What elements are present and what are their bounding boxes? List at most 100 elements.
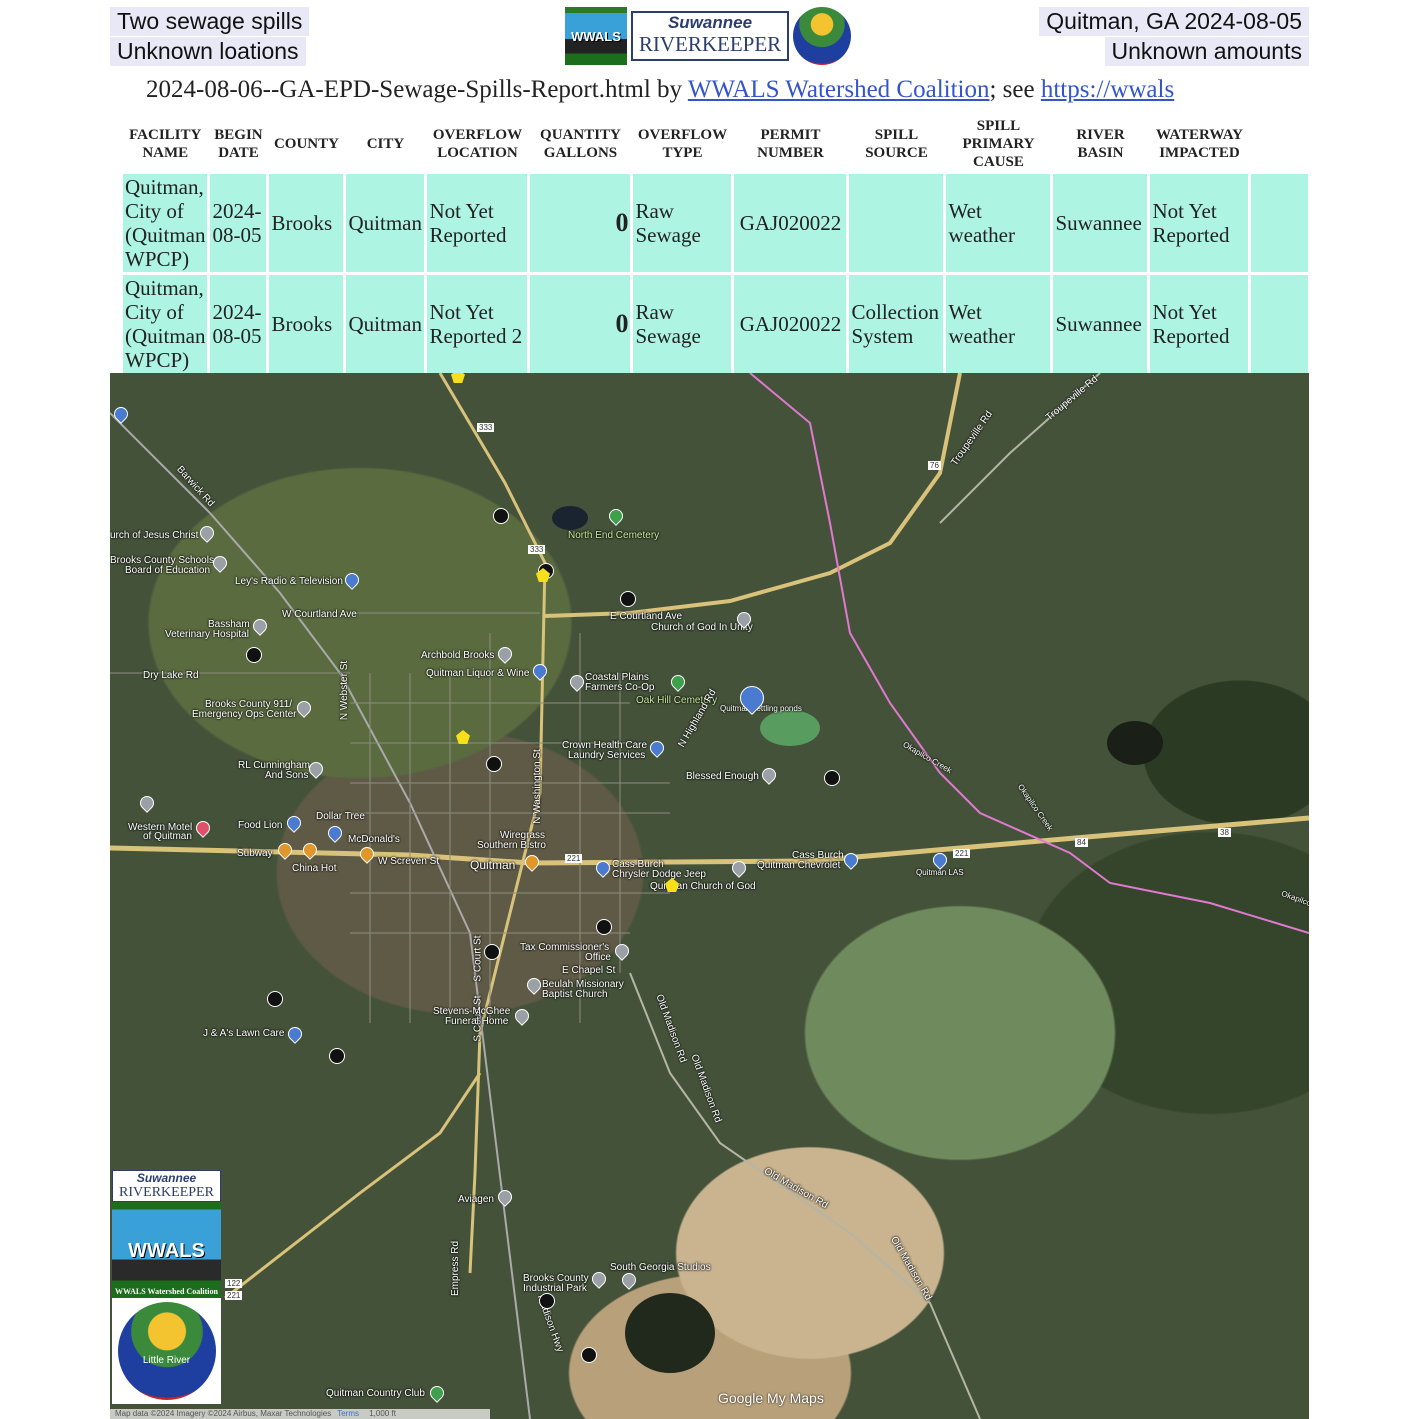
map-label: Quitman Liquor & Wine bbox=[426, 668, 530, 679]
col-quantity-gallons: QUANTITY GALLONS bbox=[540, 127, 621, 161]
pond bbox=[1107, 721, 1163, 765]
map-label: Quitman Country Club bbox=[326, 1388, 425, 1399]
side-logos: Suwannee RIVERKEEPER WWALS WWALS Watersh… bbox=[112, 1170, 221, 1404]
pond bbox=[552, 506, 588, 530]
map-scale: 1,000 ft bbox=[369, 1409, 396, 1418]
map-label: Food Lion bbox=[238, 820, 283, 831]
map-label: Veterinary Hospital bbox=[165, 629, 249, 640]
summary-spills-count: Two sewage spills bbox=[110, 7, 310, 36]
map-label: of Quitman bbox=[143, 831, 192, 842]
map-label: E Courtland Ave bbox=[610, 611, 683, 622]
sewage-spills-table: FACILITY NAME BEGIN DATE COUNTY CITY OVE… bbox=[120, 112, 1311, 376]
highway-shield: 122 bbox=[225, 1279, 243, 1288]
map-label: Blessed Enough bbox=[686, 771, 759, 782]
col-overflow-type: OVERFLOW TYPE bbox=[637, 127, 728, 161]
cell-begin-date: 2024-08-05 bbox=[210, 275, 267, 373]
google-my-maps-logo: Google My Maps bbox=[718, 1390, 824, 1406]
highway-shield: 333 bbox=[477, 423, 495, 432]
wwals-url-link[interactable]: https://wwals bbox=[1041, 76, 1174, 103]
map-label: Chrysler Dodge Jeep bbox=[612, 869, 706, 880]
col-river-basin: RIVER BASIN bbox=[1076, 127, 1125, 161]
map-label: Laundry Services bbox=[568, 750, 646, 761]
map-label: Southern Bistro bbox=[477, 840, 546, 851]
cell-overflow-type: Raw Sewage bbox=[633, 275, 732, 373]
table-row: Quitman, City of (Quitman WPCP) 2024-08-… bbox=[123, 174, 1308, 272]
camera-marker[interactable] bbox=[267, 991, 283, 1007]
map-label: Quitman Church of God bbox=[650, 881, 756, 892]
cell-facility-name: Quitman, City of (Quitman WPCP) bbox=[123, 174, 208, 272]
highway-shield: 84 bbox=[1075, 838, 1088, 847]
camera-marker[interactable] bbox=[824, 770, 840, 786]
col-county: COUNTY bbox=[273, 136, 339, 152]
terms-link[interactable]: Terms bbox=[337, 1409, 359, 1418]
map-label: Quitman bbox=[470, 858, 516, 872]
col-facility-name: FACILITY NAME bbox=[129, 127, 202, 161]
map-label: Church of God In Unity bbox=[651, 622, 753, 633]
camera-marker[interactable] bbox=[620, 591, 636, 607]
wwals-link[interactable]: WWALS Watershed Coalition bbox=[688, 76, 990, 103]
cell-waterway-impacted: Not Yet Reported bbox=[1150, 174, 1249, 272]
cell-quantity-gallons: 0 bbox=[530, 275, 631, 373]
camera-marker[interactable] bbox=[484, 944, 500, 960]
map-label: Quitman Chevrolet bbox=[757, 860, 841, 871]
cell-begin-date: 2024-08-05 bbox=[210, 174, 267, 272]
cell-river-basin: Suwannee bbox=[1053, 174, 1148, 272]
col-spill-source: SPILL SOURCE bbox=[865, 127, 928, 161]
cell-extra bbox=[1251, 174, 1308, 272]
wwals-logo: WWALS bbox=[565, 7, 627, 65]
cell-spill-primary-cause: Wet weather bbox=[946, 275, 1051, 373]
cell-extra bbox=[1251, 275, 1308, 373]
table-row: Quitman, City of (Quitman WPCP) 2024-08-… bbox=[123, 275, 1308, 373]
cell-quantity-gallons: 0 bbox=[530, 174, 631, 272]
report-title: 2024-08-06--GA-EPD-Sewage-Spills-Report.… bbox=[146, 76, 1175, 103]
map-label: Baptist Church bbox=[542, 989, 608, 1000]
cell-overflow-type: Raw Sewage bbox=[633, 174, 732, 272]
cell-county: Brooks bbox=[269, 174, 344, 272]
map-label: N Webster St bbox=[339, 660, 351, 721]
map-label: Archbold Brooks bbox=[421, 650, 495, 661]
map-attribution: Map data ©2024 Imagery ©2024 Airbus, Max… bbox=[110, 1409, 490, 1419]
cell-overflow-location: Not Yet Reported 2 bbox=[427, 275, 528, 373]
satellite-map[interactable]: Barwick Rd urch of Jesus Christ Brooks C… bbox=[110, 373, 1309, 1419]
cell-overflow-location: Not Yet Reported bbox=[427, 174, 528, 272]
suwannee-riverkeeper-logo: Suwannee RIVERKEEPER bbox=[631, 11, 789, 61]
camera-marker[interactable] bbox=[246, 647, 262, 663]
summary-locations: Unknown loations bbox=[110, 37, 306, 66]
col-begin-date: BEGIN DATE bbox=[214, 127, 263, 161]
okapilco-creek bbox=[749, 373, 1309, 934]
map-label: N Washington St bbox=[531, 749, 543, 824]
highway-shield: 221 bbox=[953, 849, 971, 858]
camera-marker[interactable] bbox=[329, 1048, 345, 1064]
summary-place-date: Quitman, GA 2024-08-05 bbox=[1039, 7, 1309, 36]
cell-spill-primary-cause: Wet weather bbox=[946, 174, 1051, 272]
cell-spill-source bbox=[849, 174, 944, 272]
map-label: Dollar Tree bbox=[316, 811, 365, 822]
suwannee-riverkeeper-logo: Suwannee RIVERKEEPER bbox=[112, 1170, 221, 1202]
map-label: Board of Education bbox=[125, 565, 211, 576]
cell-waterway-impacted: Not Yet Reported bbox=[1150, 275, 1249, 373]
cell-county: Brooks bbox=[269, 275, 344, 373]
camera-marker[interactable] bbox=[486, 756, 502, 772]
cell-spill-source: Collection System bbox=[849, 275, 944, 373]
map-label: Office bbox=[585, 952, 611, 963]
col-extra bbox=[1251, 115, 1308, 171]
cell-facility-name: Quitman, City of (Quitman WPCP) bbox=[123, 275, 208, 373]
map-label: S Court St bbox=[472, 935, 484, 982]
highway-221 bbox=[224, 1072, 482, 1300]
map-label: Farmers Co-Op bbox=[585, 682, 655, 693]
camera-marker[interactable] bbox=[581, 1347, 597, 1363]
highway-shield: 333 bbox=[528, 545, 546, 554]
map-label: W Screven St bbox=[378, 856, 440, 867]
camera-marker[interactable] bbox=[539, 1293, 555, 1309]
camera-marker[interactable] bbox=[596, 919, 612, 935]
map-label: W Courtland Ave bbox=[282, 609, 357, 620]
highway-shield: 221 bbox=[565, 854, 583, 863]
col-permit-number: PERMIT NUMBER bbox=[757, 127, 824, 161]
map-label: McDonald's bbox=[348, 834, 400, 845]
highway-shield: 221 bbox=[225, 1291, 243, 1300]
col-spill-primary-cause: SPILL PRIMARY CAUSE bbox=[962, 118, 1035, 170]
map-label: South Georgia Studios bbox=[610, 1262, 711, 1273]
map-label: Emergency Ops Center bbox=[192, 709, 297, 720]
map-label: Industrial Park bbox=[523, 1283, 587, 1294]
camera-marker[interactable] bbox=[493, 508, 509, 524]
